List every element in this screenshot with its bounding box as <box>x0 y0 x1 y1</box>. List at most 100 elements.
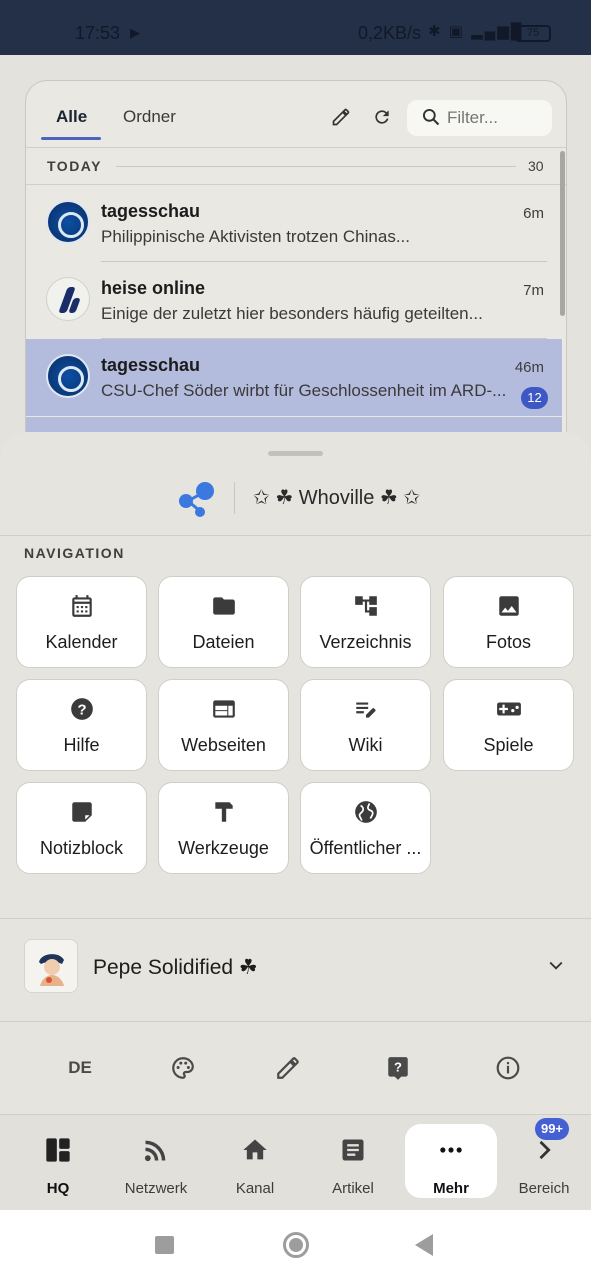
refresh-icon[interactable] <box>372 107 392 132</box>
more-icon <box>405 1136 497 1169</box>
scrollbar[interactable] <box>560 151 565 316</box>
image-icon <box>444 593 573 624</box>
nav-mehr[interactable]: Mehr <box>405 1124 497 1198</box>
active-tab-indicator <box>41 137 101 140</box>
search-icon <box>421 107 441 132</box>
directory-tree-icon <box>301 593 430 624</box>
nav-label: HQ <box>46 1180 70 1197</box>
feed-item-source: heise online <box>101 278 206 298</box>
tile-label: Kalender <box>45 632 118 652</box>
tile-label: Werkzeuge <box>178 838 269 858</box>
article-icon <box>307 1136 399 1169</box>
feed-item-age: 7m <box>523 282 544 299</box>
tagesschau-logo-icon <box>46 200 90 244</box>
filter-input[interactable] <box>447 106 547 130</box>
calendar-icon <box>17 593 146 624</box>
nav-label: Kanal <box>235 1180 275 1197</box>
feed-item-preview: CSU-Chef Söder wirbt für Geschlossenheit… <box>101 381 507 400</box>
divider <box>116 166 516 167</box>
divider <box>234 482 235 514</box>
section-label: TODAY <box>47 158 102 174</box>
svg-text:?: ? <box>394 1059 402 1074</box>
nav-label: Bereich <box>518 1180 570 1197</box>
tile-werkzeuge[interactable]: Werkzeuge <box>158 782 289 874</box>
signal-icons: ✱ ▣ ▂▄▆█ <box>428 23 524 40</box>
quick-actions: DE ? <box>0 1042 591 1092</box>
home-button[interactable] <box>283 1232 309 1258</box>
tile-label: Webseiten <box>181 735 266 755</box>
web-icon <box>159 696 288 727</box>
tile-kalender[interactable]: Kalender <box>16 576 147 668</box>
info-icon[interactable] <box>488 1050 528 1086</box>
feed-item-age: 6m <box>523 205 544 222</box>
edit-icon[interactable] <box>331 107 351 132</box>
edit-note-icon <box>301 696 430 727</box>
tile-label: Notizblock <box>39 838 124 858</box>
battery-indicator: 75 <box>515 25 551 42</box>
instance-name[interactable]: ✩ ☘ Whoville ☘ ✩ <box>253 485 420 510</box>
tile-label: Verzeichnis <box>319 632 412 652</box>
feed-tabs: Alle Ordner <box>26 81 566 147</box>
nav-label: Artikel <box>332 1180 374 1197</box>
status-bar: 17:53 ▶ 0,2KB/s ✱ ▣ ▂▄▆█ 75 <box>0 0 591 55</box>
tile-spiele[interactable]: Spiele <box>443 679 574 771</box>
feed-item[interactable]: heise online 7m Einige der zuletzt hier … <box>26 262 562 339</box>
back-button[interactable] <box>415 1234 433 1256</box>
feed-item[interactable]: tagesschau 46m CSU-Chef Söder wirbt für … <box>26 339 562 416</box>
nav-hq[interactable]: HQ <box>12 1124 104 1198</box>
filter-field[interactable] <box>407 100 552 136</box>
chevron-right-icon <box>498 1136 590 1169</box>
tile-label: Wiki <box>348 735 383 755</box>
feed-item-source: tagesschau <box>101 201 201 221</box>
tile-fotos[interactable]: Fotos <box>443 576 574 668</box>
play-icon: ▶ <box>130 25 140 40</box>
tile-label: Dateien <box>192 632 255 652</box>
home-icon <box>209 1136 301 1169</box>
tile-verzeichnis[interactable]: Verzeichnis <box>300 576 431 668</box>
palette-icon[interactable] <box>163 1050 203 1086</box>
nav-netzwerk[interactable]: Netzwerk <box>110 1124 202 1198</box>
divider <box>0 1021 591 1022</box>
profile-selector[interactable]: Pepe Solidified ☘ <box>0 919 591 1021</box>
rss-icon <box>110 1136 202 1169</box>
tile-dateien[interactable]: Dateien <box>158 576 289 668</box>
tile-webseiten[interactable]: Webseiten <box>158 679 289 771</box>
feed-item[interactable]: tagesschau 6m Philippinische Aktivisten … <box>26 185 562 262</box>
help-icon: ? <box>17 696 146 727</box>
nav-artikel[interactable]: Artikel <box>307 1124 399 1198</box>
drag-handle[interactable] <box>268 451 323 456</box>
status-time: 17:53 <box>75 23 121 43</box>
tab-alle[interactable]: Alle <box>56 107 87 127</box>
tile-oeffentlicher[interactable]: Öffentlicher ... <box>300 782 431 874</box>
tile-hilfe[interactable]: ? Hilfe <box>16 679 147 771</box>
nav-kanal[interactable]: Kanal <box>209 1124 301 1198</box>
tile-wiki[interactable]: Wiki <box>300 679 431 771</box>
language-button[interactable]: DE <box>60 1050 100 1086</box>
unread-badge: 12 <box>521 387 548 409</box>
network-logo-icon <box>176 479 220 519</box>
navigation-heading: NAVIGATION <box>24 545 125 561</box>
chevron-down-icon[interactable] <box>546 955 566 980</box>
recents-button[interactable] <box>155 1236 174 1254</box>
feed-item-age: 46m <box>514 359 544 376</box>
feed-item-preview: Philippinische Aktivisten trotzen Chinas… <box>101 227 410 246</box>
hammer-icon <box>159 799 288 830</box>
tile-label: Öffentlicher ... <box>309 838 422 858</box>
help-bubble-icon[interactable]: ? <box>378 1050 418 1086</box>
globe-icon <box>301 799 430 830</box>
divider <box>26 147 566 148</box>
tagesschau-logo-icon <box>46 354 90 398</box>
notification-badge: 99+ <box>535 1118 569 1140</box>
profile-name: Pepe Solidified ☘ <box>93 956 258 979</box>
avatar <box>24 939 78 993</box>
tile-notizblock[interactable]: Notizblock <box>16 782 147 874</box>
gamepad-icon <box>444 696 573 727</box>
tile-label: Hilfe <box>63 735 100 755</box>
sticky-note-icon <box>17 799 146 830</box>
folder-icon <box>159 593 288 624</box>
svg-text:?: ? <box>77 701 86 718</box>
pencil-icon[interactable] <box>268 1050 308 1086</box>
tab-ordner[interactable]: Ordner <box>123 107 176 127</box>
divider <box>0 1114 591 1115</box>
heise-logo-icon <box>46 277 90 321</box>
